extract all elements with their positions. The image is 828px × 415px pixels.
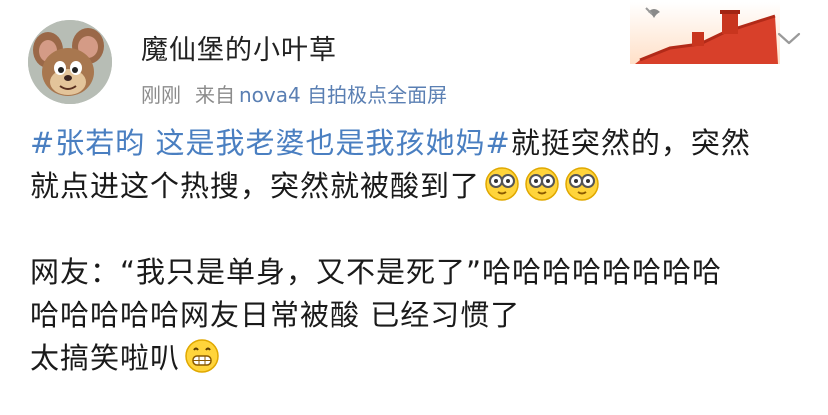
glasses-face-emoji xyxy=(525,167,559,201)
post-body: #张若昀 这是我老婆也是我孩她妈#就挺突然的，突然 就点进这个热搜，突然就被酸到… xyxy=(30,122,810,380)
post-line-4: 哈哈哈哈哈网友日常被酸 已经习惯了 xyxy=(30,298,521,332)
post-meta: 刚刚 来自 nova4 自拍极点全面屏 xyxy=(141,79,447,108)
from-label: 来自 xyxy=(195,83,235,107)
post-text: 就挺突然的，突然 xyxy=(510,126,751,160)
post-text: 太搞笑啦叭 xyxy=(30,341,181,375)
post-line-5: 太搞笑啦叭 xyxy=(30,337,810,380)
post-line-1: #张若昀 这是我老婆也是我孩她妈#就挺突然的，突然 xyxy=(30,122,810,165)
glasses-face-emoji xyxy=(565,167,599,201)
post-line-2: 就点进这个热搜，突然就被酸到了 xyxy=(30,165,810,208)
cartoon-mouse-avatar-icon xyxy=(28,20,112,104)
post-line-3: 网友：“我只是单身，又不是死了”哈哈哈哈哈哈哈哈 xyxy=(30,255,723,289)
grinning-face-emoji xyxy=(185,339,219,373)
post-source-device[interactable]: nova4 自拍极点全面屏 xyxy=(239,83,447,107)
post-text: 就点进这个热搜，突然就被酸到了 xyxy=(30,169,481,203)
chevron-down-icon[interactable] xyxy=(776,28,802,48)
glasses-face-emoji xyxy=(485,167,519,201)
hashtag-link[interactable]: #张若昀 这是我老婆也是我孩她妈# xyxy=(30,126,511,160)
author-name[interactable]: 魔仙堡的小叶草 xyxy=(141,28,337,67)
post-time: 刚刚 xyxy=(141,83,181,107)
great-wall-dove-icon xyxy=(630,2,780,64)
author-avatar[interactable] xyxy=(28,20,112,104)
post-header: 魔仙堡的小叶草 刚刚 来自 nova4 自拍极点全面屏 xyxy=(0,0,828,120)
